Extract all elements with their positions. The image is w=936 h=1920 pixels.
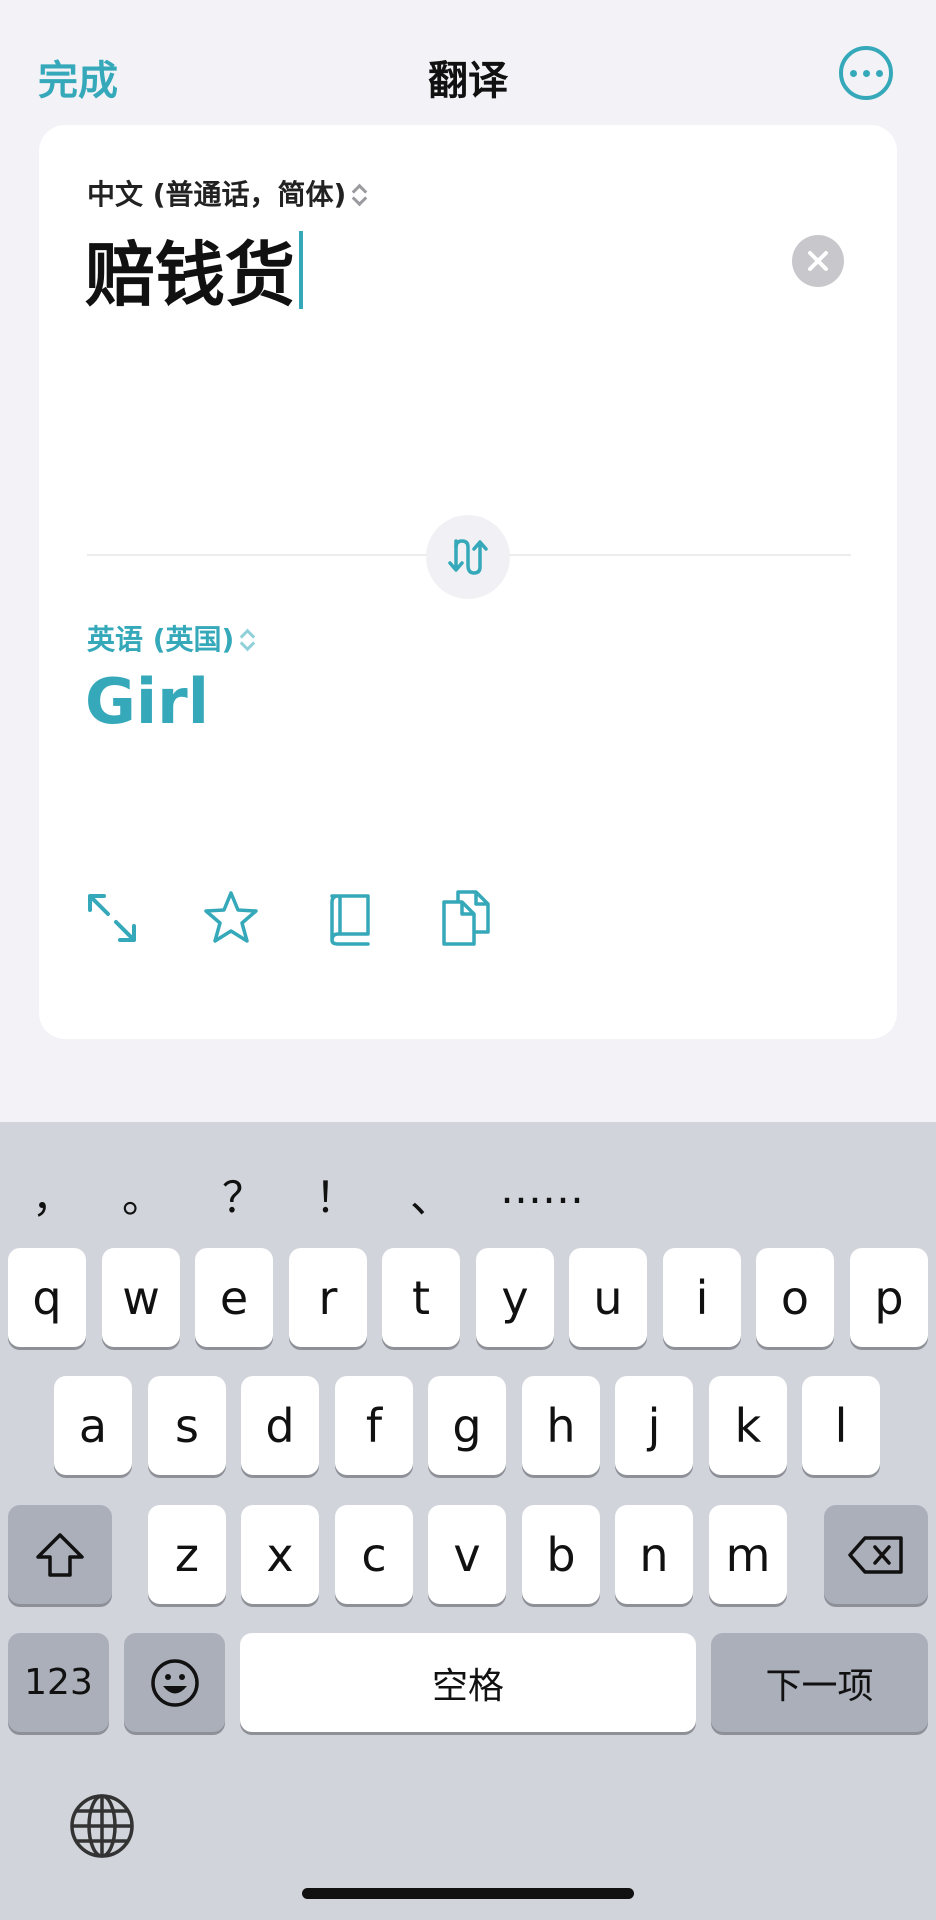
globe-icon: [70, 1794, 134, 1858]
key-e[interactable]: e: [195, 1248, 273, 1347]
key-r[interactable]: r: [289, 1248, 367, 1347]
key-o[interactable]: o: [756, 1248, 834, 1347]
punct-key[interactable]: ，: [32, 1164, 74, 1225]
key-w[interactable]: w: [102, 1248, 180, 1347]
key-l[interactable]: l: [802, 1376, 880, 1475]
key-n[interactable]: n: [615, 1505, 693, 1604]
next-key[interactable]: 下一项: [711, 1633, 928, 1732]
emoji-key[interactable]: [124, 1633, 225, 1732]
shift-key[interactable]: [8, 1505, 112, 1604]
close-icon: [808, 251, 828, 271]
punct-key[interactable]: ……: [500, 1164, 584, 1213]
target-language-label: 英语 (英国): [87, 623, 235, 656]
translation-result: Girl: [85, 665, 209, 738]
key-t[interactable]: t: [382, 1248, 460, 1347]
source-text-input[interactable]: 赔钱货: [85, 219, 303, 320]
chevron-up-down-icon: [352, 182, 368, 207]
translation-card: 中文 (普通话，简体) 赔钱货 英语 (英国) Girl: [39, 125, 897, 1039]
emoji-smile-icon: [150, 1658, 199, 1707]
key-b[interactable]: b: [522, 1505, 600, 1604]
copy-icon: [442, 890, 490, 946]
clear-text-button[interactable]: [792, 235, 844, 287]
key-c[interactable]: c: [335, 1505, 413, 1604]
text-caret: [299, 230, 303, 309]
numbers-key[interactable]: 123: [8, 1633, 109, 1732]
delete-key[interactable]: [824, 1505, 928, 1604]
punct-key[interactable]: ？: [222, 1164, 264, 1225]
favorite-button[interactable]: [201, 888, 261, 948]
key-i[interactable]: i: [663, 1248, 741, 1347]
home-indicator[interactable]: [302, 1888, 634, 1899]
key-s[interactable]: s: [148, 1376, 226, 1475]
swap-languages-button[interactable]: [426, 515, 510, 599]
key-j[interactable]: j: [615, 1376, 693, 1475]
backspace-icon: [848, 1535, 903, 1574]
source-language-label: 中文 (普通话，简体): [87, 178, 347, 211]
key-f[interactable]: f: [335, 1376, 413, 1475]
more-options-button[interactable]: [839, 46, 893, 100]
expand-button[interactable]: [82, 888, 142, 948]
punct-key[interactable]: 。: [122, 1164, 164, 1225]
source-language-selector[interactable]: 中文 (普通话，简体): [87, 173, 368, 213]
chevron-up-down-icon: [240, 627, 256, 652]
ellipsis-circle-icon: [849, 69, 857, 77]
star-icon: [204, 891, 258, 943]
nav-bar: 完成 翻译: [0, 0, 936, 125]
dictionary-book-icon: [330, 894, 370, 946]
copy-button[interactable]: [436, 888, 496, 948]
shift-arrow-icon: [36, 1532, 84, 1577]
punct-key[interactable]: 、: [410, 1164, 452, 1225]
key-q[interactable]: q: [8, 1248, 86, 1347]
dictionary-button[interactable]: [320, 888, 380, 948]
expand-icon: [88, 894, 136, 942]
key-g[interactable]: g: [428, 1376, 506, 1475]
space-key[interactable]: 空格: [240, 1633, 696, 1732]
punctuation-candidates: ， 。 ？ ！ 、 ……: [0, 1164, 936, 1224]
key-z[interactable]: z: [148, 1505, 226, 1604]
swap-arrows-icon: [448, 539, 488, 575]
key-k[interactable]: k: [709, 1376, 787, 1475]
key-u[interactable]: u: [569, 1248, 647, 1347]
page-title: 翻译: [428, 58, 508, 104]
key-v[interactable]: v: [428, 1505, 506, 1604]
key-a[interactable]: a: [54, 1376, 132, 1475]
source-text: 赔钱货: [85, 234, 295, 316]
key-d[interactable]: d: [241, 1376, 319, 1475]
target-language-selector[interactable]: 英语 (英国): [87, 618, 256, 658]
key-y[interactable]: y: [476, 1248, 554, 1347]
key-h[interactable]: h: [522, 1376, 600, 1475]
globe-button[interactable]: [67, 1791, 137, 1861]
punct-key[interactable]: ！: [315, 1164, 357, 1225]
key-x[interactable]: x: [241, 1505, 319, 1604]
key-p[interactable]: p: [850, 1248, 928, 1347]
key-m[interactable]: m: [709, 1505, 787, 1604]
